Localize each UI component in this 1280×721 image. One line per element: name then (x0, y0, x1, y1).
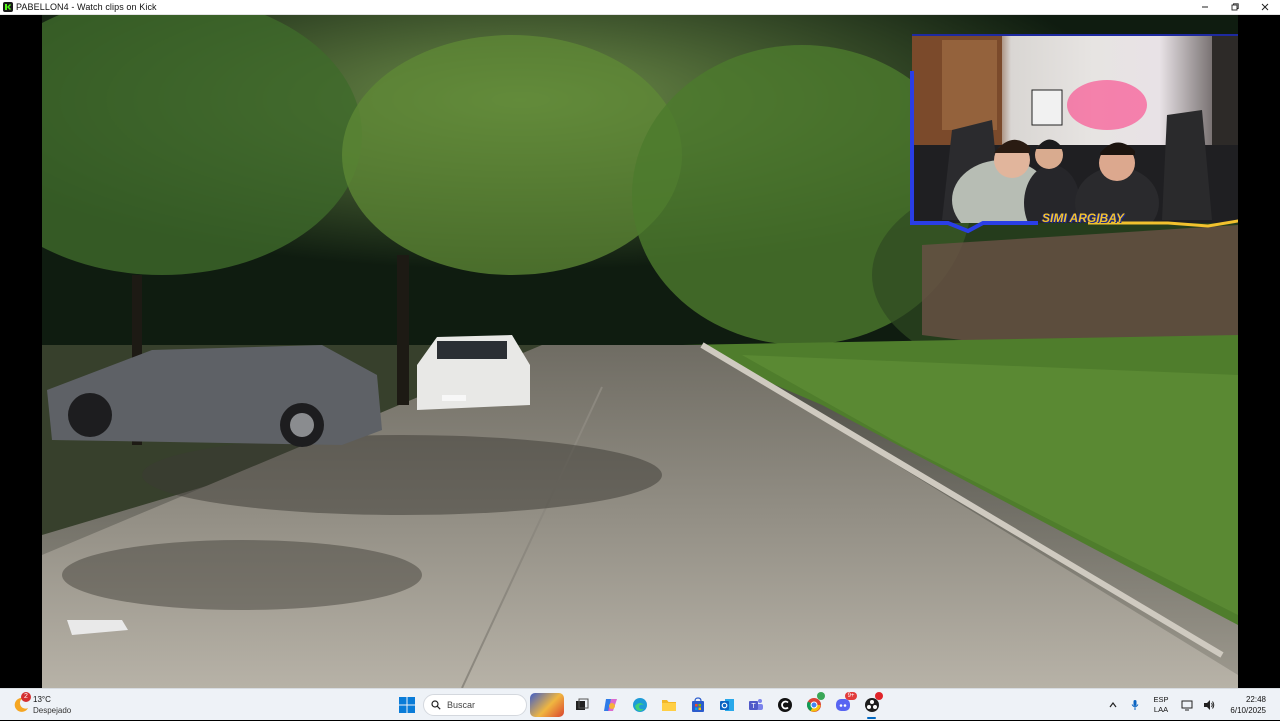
kick-app-icon (3, 2, 13, 12)
file-explorer-icon (661, 700, 676, 711)
video-frame[interactable]: SIMI ARGIBAY (42, 15, 1238, 688)
obs-recording-badge (875, 692, 883, 700)
store-button[interactable] (683, 689, 712, 721)
show-hidden-icons-button[interactable] (1102, 689, 1124, 721)
webcam-frame-decoration (910, 34, 1238, 234)
video-viewport[interactable]: SIMI ARGIBAY (0, 15, 1280, 688)
minimize-button[interactable] (1190, 0, 1220, 15)
clock-time: 22:48 (1245, 695, 1266, 704)
system-tray: ESP LAA 22:48 6/10/2025 (1102, 689, 1280, 721)
volume-button[interactable] (1198, 689, 1220, 721)
copilot-icon (603, 699, 617, 711)
search-placeholder: Buscar (447, 700, 476, 710)
outlook-icon (719, 699, 734, 711)
network-icon (1181, 700, 1193, 711)
speaker-icon (1204, 700, 1215, 710)
weather-badge: 2 (21, 692, 31, 702)
edge-button[interactable] (625, 689, 654, 721)
language-code: ESP (1153, 695, 1169, 704)
microphone-icon (1131, 700, 1139, 710)
webcam-overlay: SIMI ARGIBAY (910, 34, 1238, 234)
chevron-up-icon (1109, 702, 1117, 708)
input-language-button[interactable]: ESP LAA (1146, 689, 1176, 721)
teams-icon: T (748, 699, 763, 710)
teams-button[interactable]: T (741, 689, 770, 721)
weather-temperature: 13°C (33, 695, 51, 704)
task-view-icon (575, 698, 588, 710)
app-c-button[interactable] (770, 689, 799, 721)
clock-button[interactable]: 22:48 6/10/2025 (1220, 689, 1280, 721)
minimize-icon (1202, 6, 1208, 8)
webcam-logo-text: SIMI ARGIBAY (1042, 211, 1125, 225)
taskbar-search[interactable]: Buscar (423, 693, 564, 717)
maximize-button[interactable] (1220, 0, 1250, 15)
discord-button[interactable]: 9+ (828, 689, 857, 721)
discord-badge: 9+ (845, 692, 857, 700)
outlook-button[interactable] (712, 689, 741, 721)
app-c-icon (777, 698, 792, 712)
edge-icon (632, 698, 647, 712)
weather-condition: Despejado (33, 706, 72, 715)
microphone-button[interactable] (1124, 689, 1146, 721)
weather-widget[interactable]: 2 13°C Despejado (12, 691, 102, 719)
search-highlight-image[interactable] (530, 693, 564, 717)
store-icon (691, 697, 704, 712)
window-title-bar[interactable]: PABELLON4 - Watch clips on Kick (0, 0, 1280, 15)
clock-date: 6/10/2025 (1230, 706, 1266, 715)
network-button[interactable] (1176, 689, 1198, 721)
obs-button[interactable] (857, 689, 886, 721)
windows-start-icon (398, 697, 415, 713)
keyboard-layout: LAA (1153, 705, 1169, 714)
active-app-indicator (867, 717, 876, 719)
copilot-button[interactable] (596, 689, 625, 721)
search-icon (431, 700, 441, 710)
taskbar: 2 13°C Despejado Buscar T 9+ ESP LAA 22:… (0, 688, 1280, 720)
svg-text:T: T (751, 703, 756, 710)
task-view-button[interactable] (567, 689, 596, 721)
start-button[interactable] (392, 689, 421, 721)
close-icon (1261, 3, 1269, 11)
file-explorer-button[interactable] (654, 689, 683, 721)
window-title: PABELLON4 - Watch clips on Kick (16, 2, 157, 12)
restore-icon (1231, 3, 1239, 11)
close-button[interactable] (1250, 0, 1280, 15)
chrome-button[interactable] (799, 689, 828, 721)
chrome-profile-badge (817, 692, 825, 700)
